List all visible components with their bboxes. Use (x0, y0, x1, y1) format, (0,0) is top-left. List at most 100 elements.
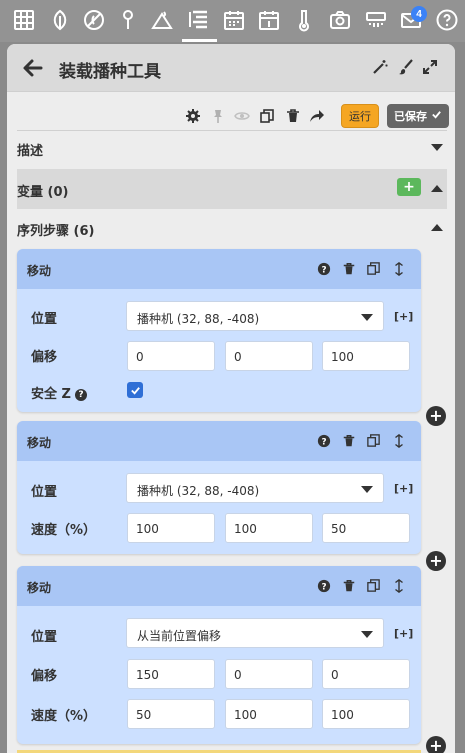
offset-z-input[interactable]: 100 (322, 341, 410, 371)
location-label: 位置 (31, 485, 58, 500)
speed-z-input[interactable]: 100 (322, 699, 410, 729)
steps-label: 序列步骤 (6) (17, 224, 95, 239)
offset-x-input[interactable]: 150 (127, 659, 215, 689)
drag-handle-icon[interactable] (392, 261, 408, 277)
steps-section[interactable]: 序列步骤 (6) (17, 209, 447, 247)
help-icon[interactable]: ? (317, 578, 333, 594)
offset-label: 偏移 (31, 350, 58, 365)
location-label: 位置 (31, 312, 58, 327)
chevron-down-icon (361, 314, 373, 321)
drag-handle-icon[interactable] (392, 433, 408, 449)
copy-icon[interactable] (366, 433, 382, 449)
location-value: 播种机 (32, 88, -408) (137, 484, 260, 498)
chevron-down-icon (361, 631, 373, 638)
add-step-button[interactable]: + (426, 406, 446, 426)
sequence-list-icon[interactable] (185, 6, 213, 34)
tool-pin-icon[interactable] (114, 6, 142, 34)
thermometer-icon[interactable] (290, 6, 318, 34)
speed-y-input[interactable]: 100 (225, 699, 313, 729)
offset-y-input[interactable]: 0 (225, 341, 313, 371)
help-icon[interactable]: ? (317, 433, 333, 449)
crop-grid-icon[interactable] (10, 6, 38, 34)
check-icon (431, 109, 442, 123)
add-location-button[interactable]: [+] (394, 310, 413, 323)
safe-z-label: 安全 Z? (31, 383, 87, 402)
saved-button[interactable]: 已保存 (387, 104, 449, 128)
svg-text:?: ? (321, 583, 326, 593)
speed-x-input[interactable]: 50 (127, 699, 215, 729)
speed-z-input[interactable]: 50 (322, 513, 410, 543)
plant-water-icon[interactable] (148, 6, 176, 34)
offset-z-input[interactable]: 0 (322, 659, 410, 689)
help-icon[interactable] (433, 6, 461, 34)
expand-icon[interactable] (421, 58, 439, 76)
add-variable-button[interactable]: + (397, 178, 421, 196)
add-location-button[interactable]: [+] (394, 627, 413, 640)
safe-z-checkbox[interactable] (127, 382, 143, 398)
add-step-button[interactable]: + (426, 736, 446, 753)
help-icon[interactable]: ? (317, 261, 333, 277)
top-nav: 4 (0, 0, 465, 42)
drag-handle-icon[interactable] (392, 578, 408, 594)
location-value: 播种机 (32, 88, -408) (137, 312, 260, 326)
notification-badge: 4 (411, 6, 427, 22)
location-select[interactable]: 从当前位置偏移 (126, 618, 384, 648)
add-location-button[interactable]: [+] (394, 482, 413, 495)
location-select[interactable]: 播种机 (32, 88, -408) (126, 301, 384, 331)
calendar-day-icon[interactable] (255, 6, 283, 34)
safe-z-text: 安全 Z (31, 387, 71, 402)
add-step-button[interactable]: + (426, 551, 446, 571)
run-button[interactable]: 运行 (341, 104, 379, 128)
speed-x-input[interactable]: 100 (127, 513, 215, 543)
step-title: 移动 (27, 436, 52, 450)
variables-section[interactable]: 变量 (0) + (17, 169, 447, 209)
step-header: 移动 ? (17, 421, 421, 461)
help-icon[interactable]: ? (74, 389, 87, 401)
svg-text:?: ? (321, 266, 326, 276)
step-title: 移动 (27, 581, 52, 595)
location-select[interactable]: 播种机 (32, 88, -408) (126, 473, 384, 503)
step-move: 移动 ? 位置 播种机 (32, 88, -408) [+] 偏移 0 0 10… (17, 249, 421, 412)
offset-label: 偏移 (31, 669, 58, 684)
trash-icon[interactable] (342, 578, 358, 594)
spray-icon[interactable] (362, 6, 390, 34)
share-arrow-icon[interactable] (309, 108, 325, 124)
trash-icon[interactable] (342, 261, 358, 277)
camera-icon[interactable] (326, 6, 354, 34)
gear-icon[interactable] (185, 108, 201, 124)
magic-wand-icon[interactable] (371, 58, 389, 76)
chevron-down-icon (361, 486, 373, 493)
copy-icon[interactable] (259, 108, 275, 124)
speed-y-input[interactable]: 100 (225, 513, 313, 543)
trash-icon[interactable] (342, 433, 358, 449)
eye-icon[interactable] (234, 108, 250, 124)
step-move: 移动 ? 位置 播种机 (32, 88, -408) [+] 速度（%） 100 (17, 421, 421, 554)
location-label: 位置 (31, 630, 58, 645)
back-arrow-icon[interactable] (21, 56, 45, 80)
saved-label: 已保存 (394, 110, 427, 123)
copy-icon[interactable] (366, 261, 382, 277)
variables-label: 变量 (0) (17, 185, 69, 200)
page-title: 装载播种工具 (59, 62, 161, 82)
description-label: 描述 (17, 144, 44, 159)
active-tab-indicator (182, 39, 217, 42)
step-header: 移动 ? (17, 566, 421, 606)
trash-icon[interactable] (285, 108, 301, 124)
chevron-up-icon[interactable] (431, 224, 443, 231)
speed-label: 速度（%） (31, 523, 97, 538)
location-value: 从当前位置偏移 (137, 629, 222, 643)
offset-x-input[interactable]: 0 (127, 341, 215, 371)
offset-y-input[interactable]: 0 (225, 659, 313, 689)
copy-icon[interactable] (366, 578, 382, 594)
chevron-up-icon[interactable] (431, 185, 443, 192)
sequence-toolbar: 运行 已保存 (17, 102, 449, 130)
weed-icon[interactable] (80, 6, 108, 34)
svg-text:?: ? (321, 438, 326, 448)
pin-icon[interactable] (210, 108, 226, 124)
calendar-icon[interactable] (220, 6, 248, 34)
chevron-down-icon[interactable] (431, 144, 443, 151)
seedling-icon[interactable] (46, 6, 74, 34)
step-move: 移动 ? 位置 从当前位置偏移 [+] 偏移 150 0 0 速度（%） 50 … (17, 566, 421, 744)
paint-brush-icon[interactable] (397, 58, 415, 76)
description-section[interactable]: 描述 (17, 129, 447, 167)
